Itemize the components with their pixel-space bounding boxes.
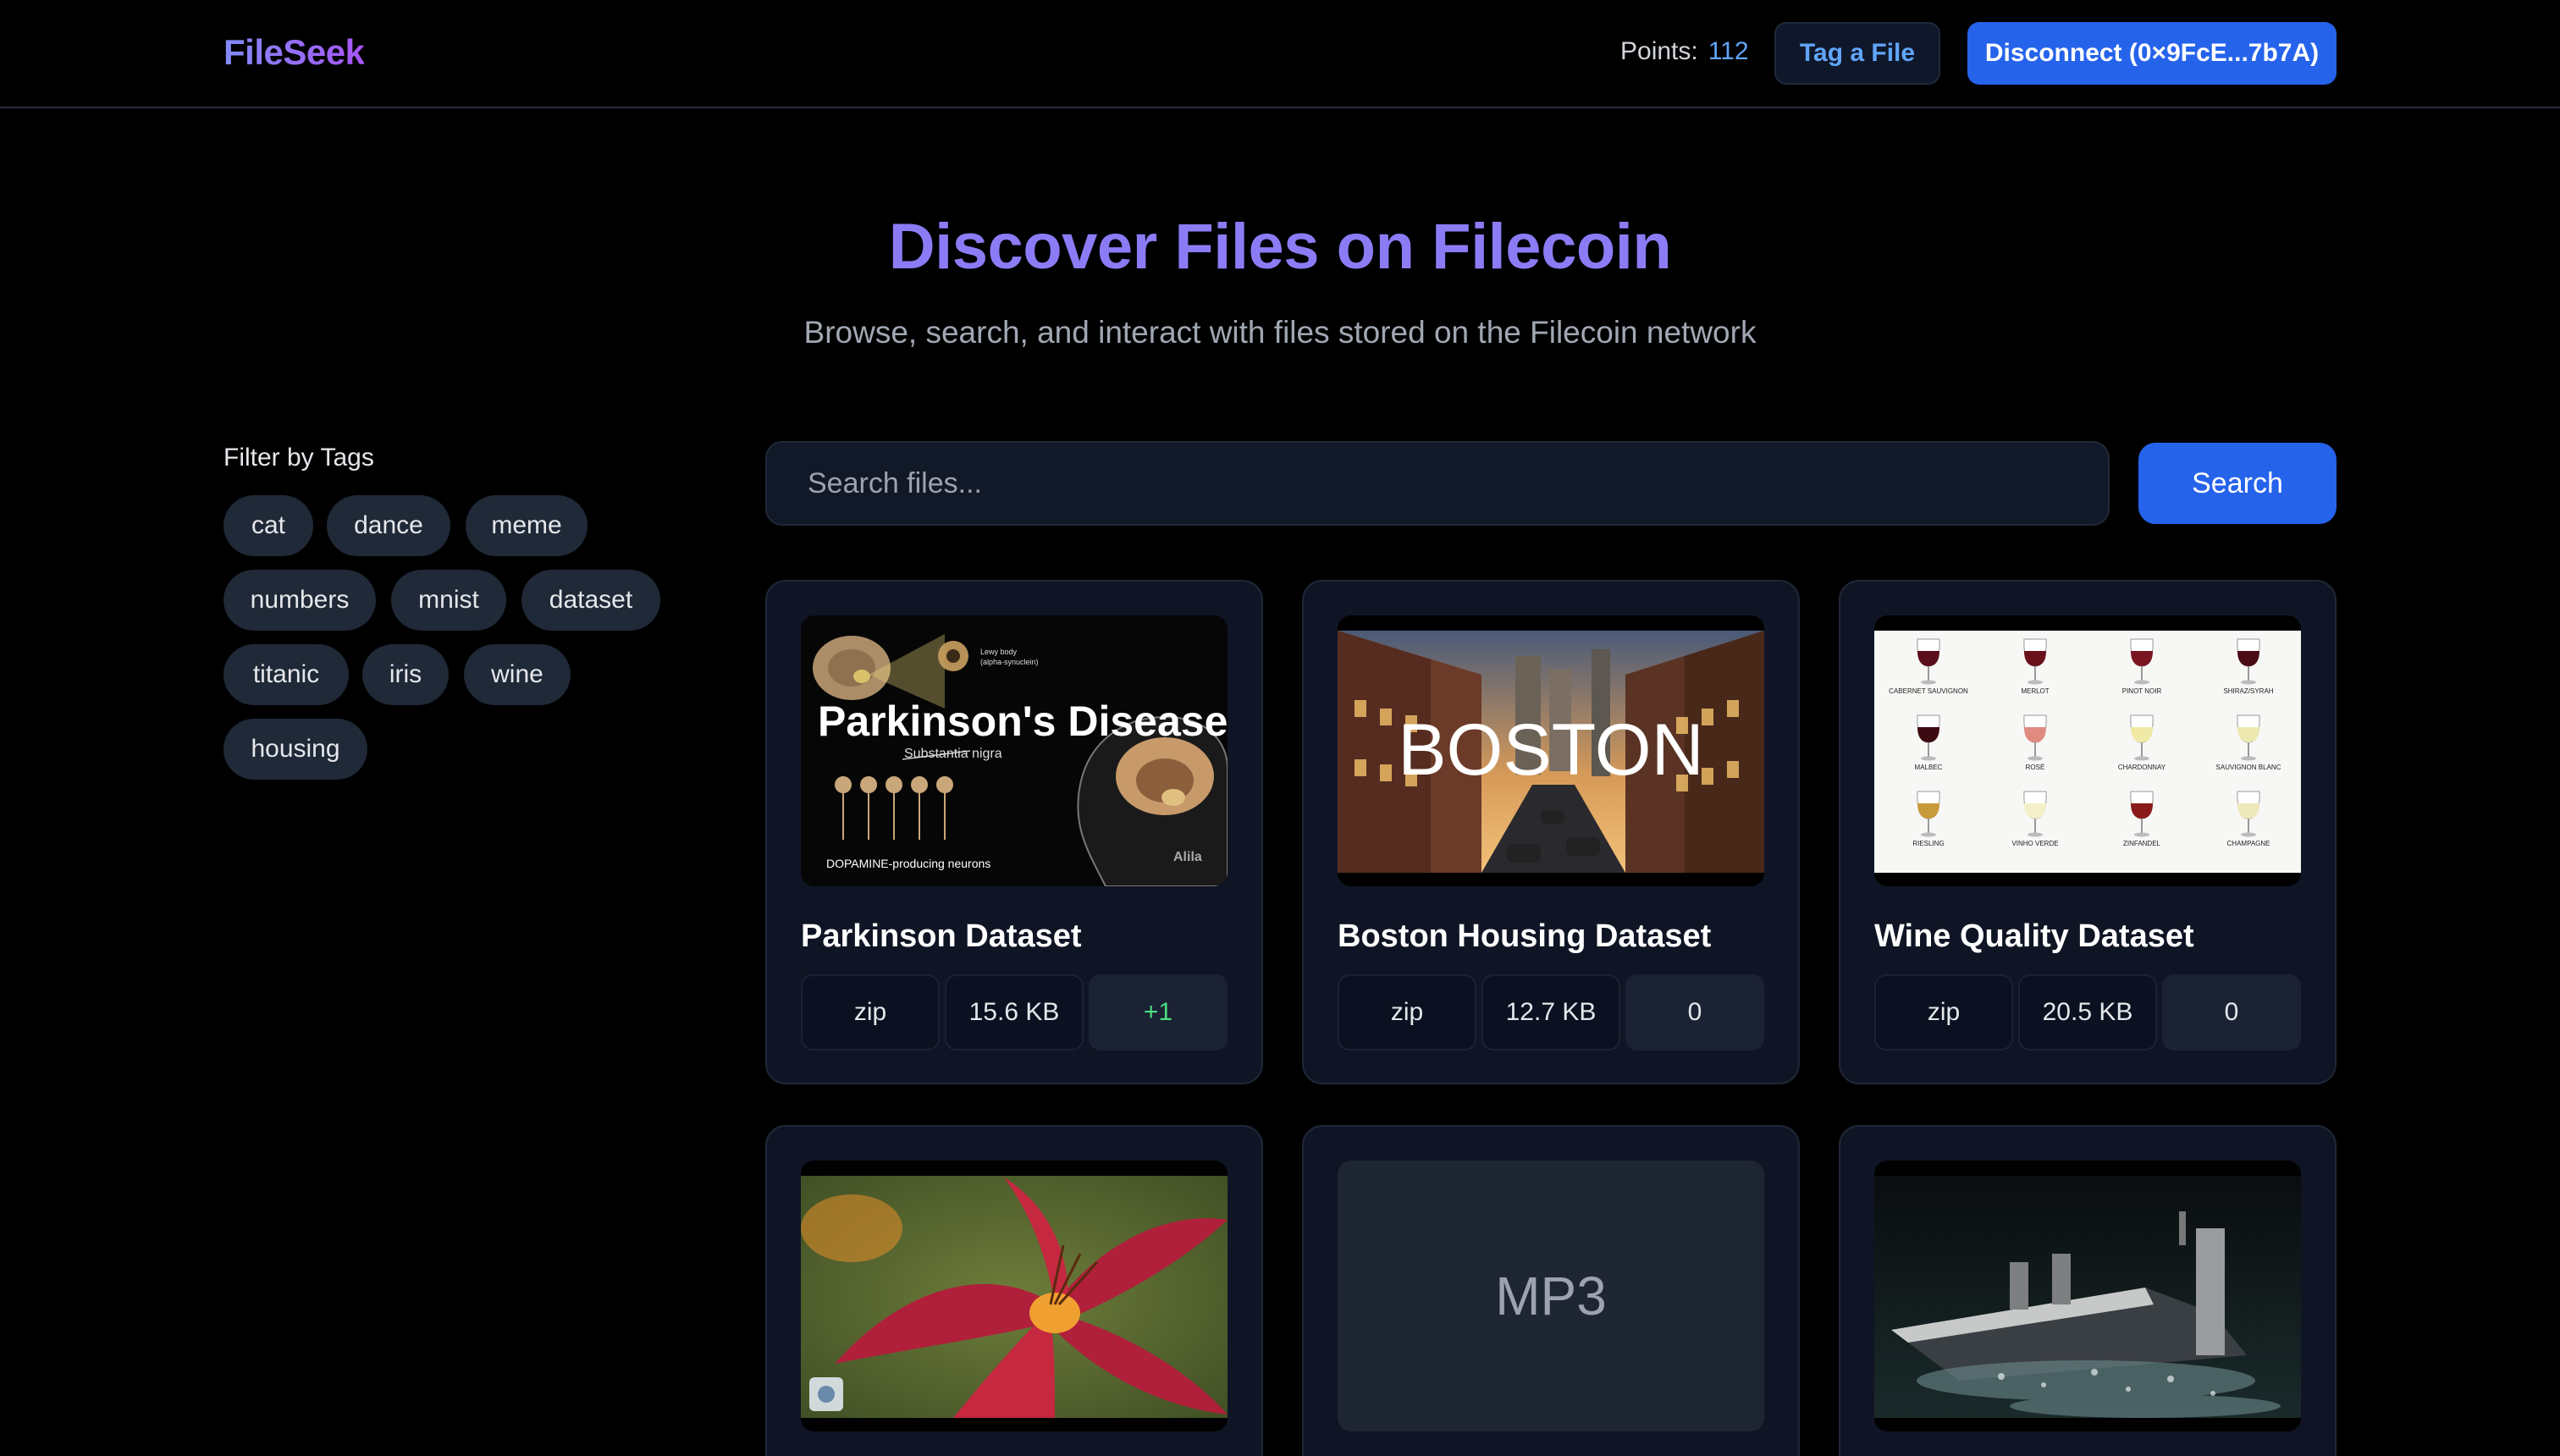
file-card[interactable] [765,1125,1263,1456]
points-display: Points: 112 [1620,37,1749,66]
file-card[interactable]: CABERNET SAUVIGNON MERLOT PINOT NOIR SHIRAZ… [1839,580,2337,1084]
thumb-heading: Parkinson's Disease [818,698,1228,745]
substantia-label: Substantia nigra [904,747,1002,761]
file-title: Parkinson Dataset [801,918,1082,954]
wine-chart-image: CABERNET SAUVIGNON MERLOT PINOT NOIR SHIRAZ… [1874,615,2301,886]
file-card[interactable]: MP3 [1302,1125,1800,1456]
page-subtitle: Browse, search, and interact with files … [803,315,1757,350]
wine-label: ZINFANDEL [2123,840,2161,847]
boston-image: BOSTON [1338,615,1764,886]
file-size-badge: 15.6 KB [945,974,1084,1051]
top-navbar: FileSeek Points: 112 Tag a File Disconnec… [0,0,2560,108]
file-size-badge: 20.5 KB [2018,974,2157,1051]
mp3-placeholder-thumbnail: MP3 [1338,1161,1764,1431]
vote-score[interactable]: 0 [1625,974,1764,1051]
lewy-label: Lewy body [980,648,1018,656]
file-thumbnail: CABERNET SAUVIGNON MERLOT PINOT NOIR SHIRAZ… [1874,615,2301,886]
lily-flower-image [801,1161,1228,1431]
search-button[interactable]: Search [2138,443,2337,524]
parkinson-image: Lewy body (alpha-synuclein) Parkinson's … [801,615,1228,886]
lewy-sub-label: (alpha-synuclein) [980,658,1039,666]
tag-chip-numbers[interactable]: numbers [223,570,376,631]
points-label: Points: [1620,37,1698,65]
wine-label: SHIRAZ/SYRAH [2223,687,2273,695]
titanic-ship-image [1874,1161,2301,1431]
points-value: 112 [1708,37,1749,65]
file-size-badge: 12.7 KB [1481,974,1620,1051]
tag-chip-dataset[interactable]: dataset [521,570,660,631]
file-title: Boston Housing Dataset [1338,918,1712,954]
tag-chip-housing[interactable]: housing [223,719,367,780]
file-type-badge: zip [1874,974,2013,1051]
tag-chip-cat[interactable]: cat [223,495,313,556]
wine-label: SAUVIGNON BLANC [2216,764,2281,771]
tag-chip-iris[interactable]: iris [362,644,449,705]
disconnect-wallet-button[interactable]: Disconnect (0×9FcE...7b7A) [1967,22,2337,85]
wine-label: PINOT NOIR [2122,687,2162,695]
search-input[interactable] [765,441,2110,526]
file-card[interactable]: Lewy body (alpha-synuclein) Parkinson's … [765,580,1263,1084]
wine-label: CHAMPAGNE [2227,840,2270,847]
file-thumbnail [1874,1161,2301,1431]
file-thumbnail: Lewy body (alpha-synuclein) Parkinson's … [801,615,1228,886]
vote-score[interactable]: 0 [2162,974,2301,1051]
tag-file-button[interactable]: Tag a File [1774,22,1940,85]
neurons-caption: DOPAMINE-producing neurons [826,857,990,870]
wine-label: CHARDONNAY [2118,764,2166,771]
tag-chip-wine[interactable]: wine [464,644,571,705]
tag-chip-dance[interactable]: dance [327,495,450,556]
file-thumbnail [801,1161,1228,1431]
mp3-label: MP3 [1495,1266,1607,1326]
wine-label: ROSÉ [2026,764,2045,771]
tag-chip-titanic[interactable]: titanic [223,644,349,705]
wine-label: MALBEC [1915,764,1943,771]
tag-chip-mnist[interactable]: mnist [391,570,506,631]
file-title: Wine Quality Dataset [1874,918,2194,954]
file-type-badge: zip [1338,974,1476,1051]
boston-heading: BOSTON [1398,709,1704,791]
filter-title: Filter by Tags [223,444,374,472]
file-card[interactable]: BOSTON Boston Housing Dataset zip 12.7 K… [1302,580,1800,1084]
file-thumbnail: BOSTON [1338,615,1764,886]
wine-label: VINHO VERDE [2011,840,2058,847]
brand-mark: Alila [1173,850,1202,864]
tag-chip-meme[interactable]: meme [466,495,588,556]
wine-label: CABERNET SAUVIGNON [1889,687,1968,695]
page-title: Discover Files on Filecoin [888,211,1672,283]
vote-score[interactable]: +1 [1089,974,1228,1051]
file-type-badge: zip [801,974,940,1051]
wine-label: MERLOT [2021,687,2049,695]
app-logo[interactable]: FileSeek [223,32,365,73]
file-card[interactable] [1839,1125,2337,1456]
wine-label: RIESLING [1912,840,1944,847]
